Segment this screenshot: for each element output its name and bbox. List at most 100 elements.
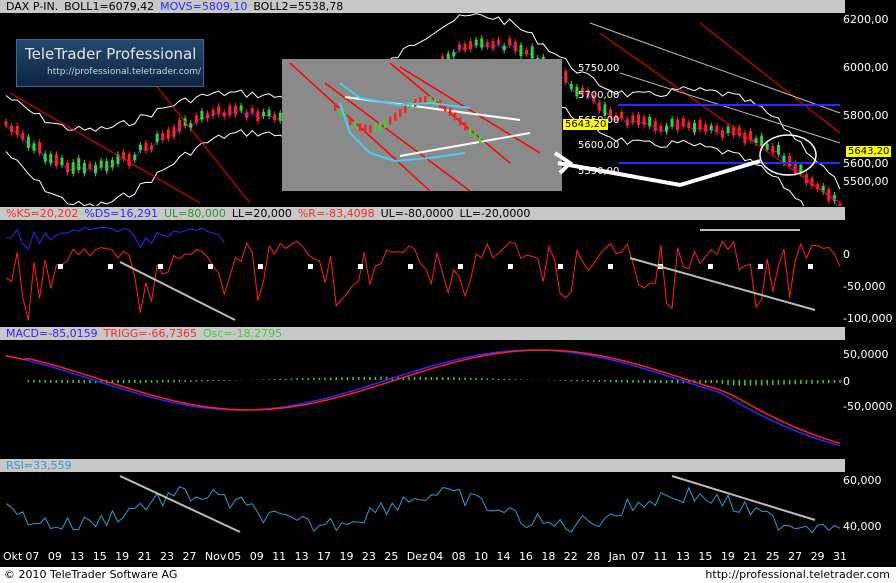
candle-body <box>676 119 679 130</box>
stoch-header-item: UL=-80,0000 <box>381 207 454 220</box>
x-tick-label: 09 <box>48 550 62 563</box>
axis-tick: 5500,00 <box>843 175 889 188</box>
stoch-header-item: %KS=20,202 <box>6 207 78 220</box>
candle-body <box>88 164 91 169</box>
stoch-marker <box>108 264 113 269</box>
inset-axis-tick: 5750,00 <box>576 63 621 74</box>
candle-body <box>268 110 271 116</box>
candle-body <box>172 127 175 137</box>
candle-body <box>704 124 707 132</box>
x-tick-label: 13 <box>676 550 690 563</box>
candle-body <box>60 158 63 165</box>
x-tick-label: 11 <box>272 550 286 563</box>
x-tick-label: 07 <box>25 550 39 563</box>
price-panel[interactable]: TeleTrader Professional http://professio… <box>0 13 896 206</box>
footer: © 2010 TeleTrader Software AG http://pro… <box>0 567 896 583</box>
inset-candle <box>399 109 402 117</box>
inset-candle <box>364 125 367 133</box>
last-price-label: 5643,20 <box>846 146 891 157</box>
x-tick-label: 29 <box>811 550 825 563</box>
candle-body <box>27 137 30 148</box>
candle-body <box>38 142 41 153</box>
candle-body <box>21 133 24 140</box>
inset-candle <box>374 124 377 132</box>
stoch-header: %KS=20,202%DS=16,291UL=80,000LL=20,000%R… <box>0 207 845 220</box>
axis-tick: 6200,00 <box>843 13 889 26</box>
price-header-item: MOVS=5809,10 <box>160 0 247 13</box>
candle-body <box>491 41 494 49</box>
x-tick-label: 27 <box>182 550 196 563</box>
inset-candle <box>449 108 452 116</box>
candle-body <box>463 44 466 50</box>
candle-body <box>654 121 657 131</box>
stoch-axis: 0-50,000-100,000 <box>839 220 896 326</box>
stoch-header-item: LL=20,000 <box>232 207 292 220</box>
stoch-panel[interactable]: 0-50,000-100,000 <box>0 220 896 326</box>
rsi-header-item: RSI=33,559 <box>6 459 72 472</box>
stoch-header-item: LL=-20,0000 <box>459 207 530 220</box>
stoch-marker <box>808 264 813 269</box>
axis-tick: 0 <box>843 248 850 261</box>
stoch-marker <box>258 264 263 269</box>
candle-body <box>206 113 209 118</box>
x-tick-label: 22 <box>564 550 578 563</box>
candle-body <box>32 143 35 150</box>
candle-body <box>783 156 786 163</box>
rsi-trendline <box>120 476 240 532</box>
inset-candle <box>469 127 472 135</box>
candle-body <box>570 84 573 89</box>
inset-candle <box>459 117 462 125</box>
candle-body <box>598 102 601 110</box>
teletrader-logo: TeleTrader Professional http://professio… <box>16 39 204 87</box>
candle-body <box>486 42 489 47</box>
x-tick-label: 23 <box>362 550 376 563</box>
candle-body <box>240 106 243 111</box>
axis-tick: 5800,00 <box>843 109 889 122</box>
candle-body <box>458 44 461 49</box>
x-tick-label: 15 <box>698 550 712 563</box>
macd-line <box>6 350 840 446</box>
macd-panel[interactable]: 50,00000-50,0000 <box>0 340 896 458</box>
x-tick-label: 10 <box>474 550 488 563</box>
trigger-line <box>6 350 840 443</box>
candle-body <box>72 162 75 173</box>
stoch-marker <box>158 264 163 269</box>
candle-body <box>156 134 159 142</box>
candle-body <box>514 42 517 51</box>
stoch-marker <box>208 264 213 269</box>
candle-body <box>251 108 254 112</box>
inset-axis-tick: 5550,00 <box>576 166 621 177</box>
stoch-marker <box>558 264 563 269</box>
candle-body <box>519 45 522 56</box>
footer-url[interactable]: http://professional.teletrader.com <box>705 567 890 583</box>
candle-body <box>637 114 640 125</box>
candle-body <box>139 145 142 150</box>
x-tick-label: 16 <box>519 550 533 563</box>
candle-body <box>83 163 86 174</box>
macd-axis: 50,00000-50,0000 <box>839 340 896 458</box>
candle-body <box>760 136 763 146</box>
inset-candle <box>394 113 397 121</box>
candle-body <box>631 115 634 122</box>
stoch-marker <box>308 264 313 269</box>
macd-chart <box>0 340 896 458</box>
candle-body <box>710 126 713 131</box>
inset-candle <box>474 132 477 140</box>
stoch-marker <box>58 264 63 269</box>
stoch-d <box>6 227 224 249</box>
inset-candle <box>409 102 412 110</box>
rsi-panel[interactable]: 60,00040,000 <box>0 472 896 548</box>
stoch-marker <box>508 264 513 269</box>
candle-body <box>55 154 58 166</box>
candle-body <box>788 156 791 166</box>
inset-axis-tick: 5700,00 <box>576 90 621 101</box>
axis-tick: 6000,00 <box>843 61 889 74</box>
stoch-k <box>6 241 840 320</box>
candle-body <box>111 160 114 168</box>
price-header: DAX P-IN.BOLL1=6079,42MOVS=5809,10BOLL2=… <box>0 0 845 13</box>
price-header-item: DAX P-IN. <box>6 0 58 13</box>
trend-channel <box>700 23 840 133</box>
stoch-marker <box>408 264 413 269</box>
candle-body <box>715 126 718 132</box>
candle-body <box>223 112 226 116</box>
